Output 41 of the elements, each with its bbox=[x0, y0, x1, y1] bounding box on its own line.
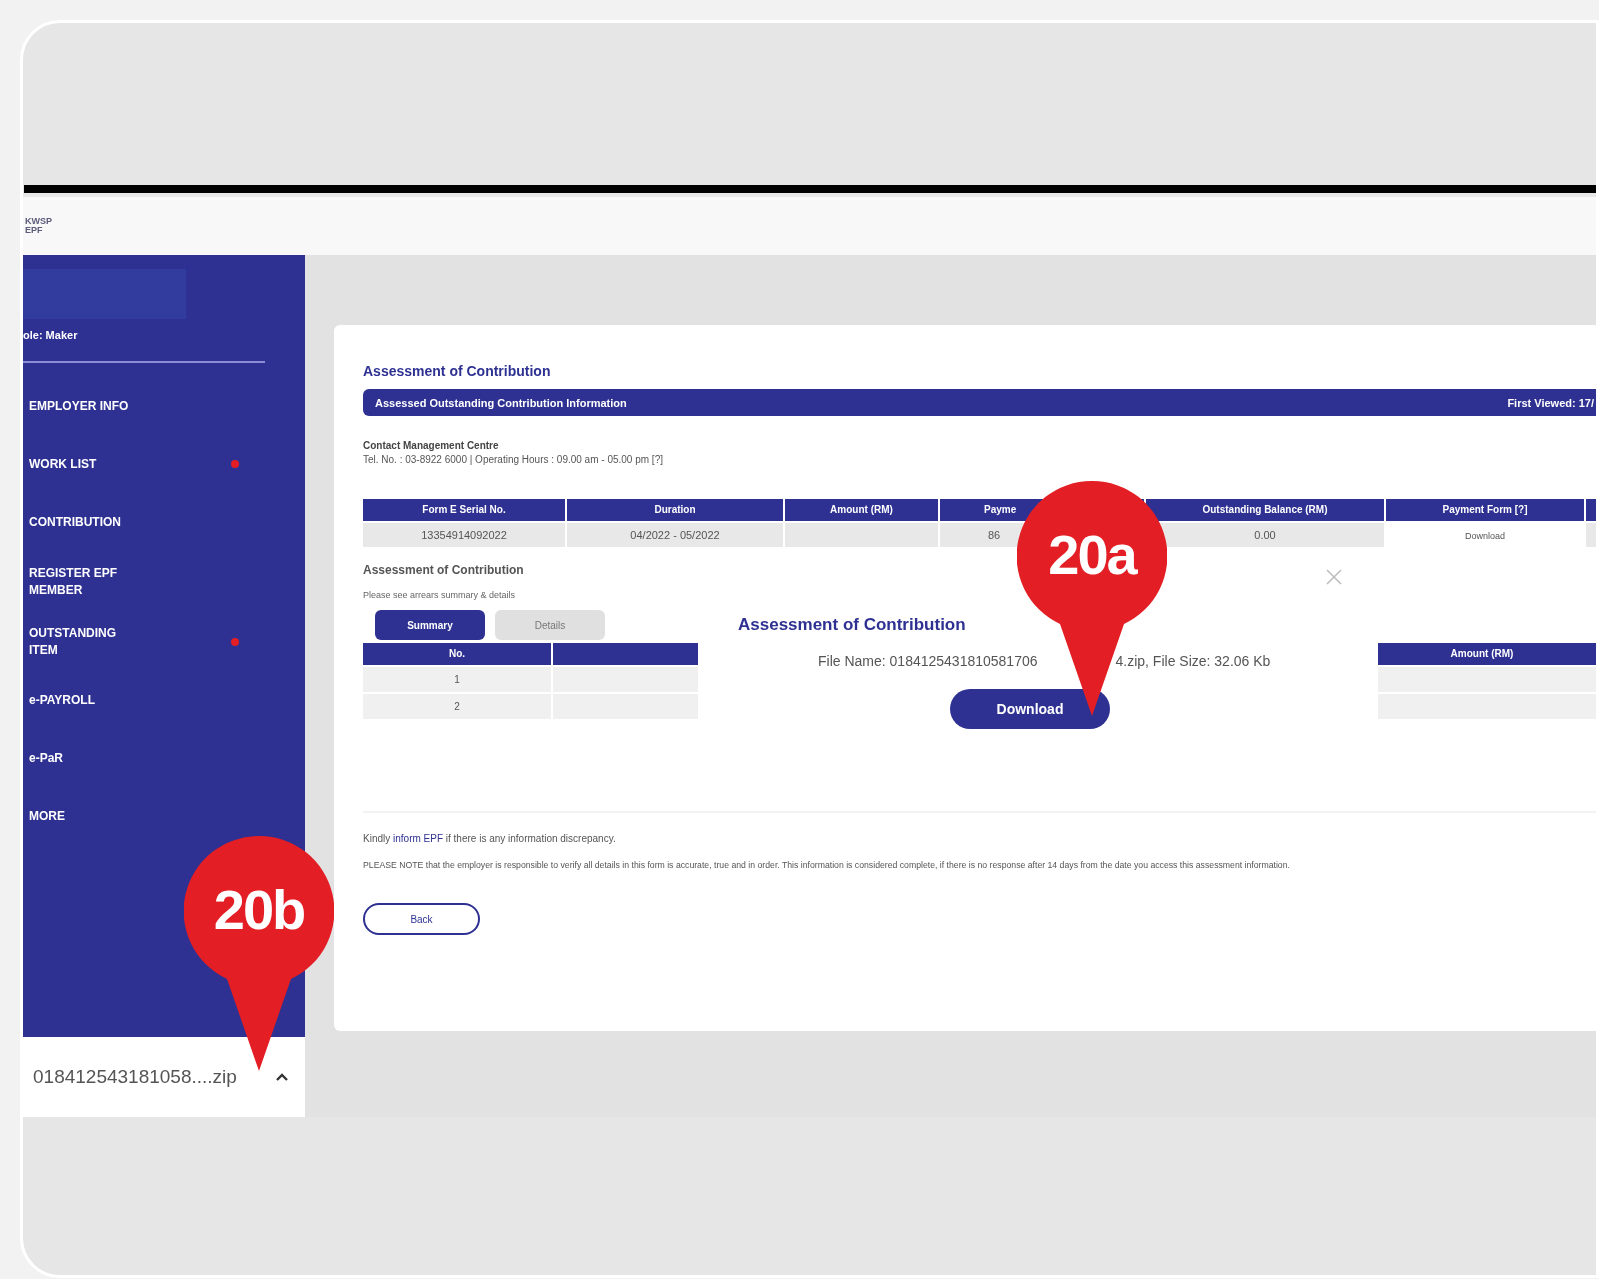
sidebar-item[interactable]: REGISTER EPF MEMBER bbox=[29, 565, 139, 599]
sidebar-item[interactable]: e-PAYROLL bbox=[29, 691, 139, 709]
page-title: Assessment of Contribution bbox=[363, 363, 552, 379]
column-header: No. bbox=[363, 643, 551, 665]
logo-text: EPF bbox=[25, 226, 44, 235]
contact-line: Tel. No. : 03-8922 6000 | Operating Hours : 09.00 am - 05.00 pm [?] bbox=[363, 454, 664, 465]
inform-link[interactable]: inform EPF bbox=[393, 833, 444, 844]
callout-pin: 20b bbox=[184, 836, 334, 1071]
download-link[interactable]: Download bbox=[1465, 531, 1505, 541]
download-button[interactable]: Download bbox=[950, 689, 1110, 729]
column-header: Duration bbox=[567, 499, 783, 521]
table-cell: 04/2022 - 05/2022 bbox=[567, 523, 783, 547]
column-header: Outstanding Balance (RM) bbox=[1146, 499, 1384, 521]
column-header: Payment Form [?] bbox=[1386, 499, 1584, 521]
role-label: ole: Maker bbox=[23, 329, 79, 341]
first-viewed: First Viewed: 17/ bbox=[1507, 396, 1594, 409]
file-info: 4.zip, File Size: 32.06 Kb bbox=[1115, 653, 1271, 669]
dialog-title: Assessment of Contribution bbox=[738, 615, 967, 635]
sidebar-item[interactable]: CONTRIBUTION bbox=[29, 513, 139, 531]
sidebar-item[interactable]: OUTSTANDING ITEM bbox=[29, 625, 139, 659]
table-cell: 2 bbox=[363, 694, 551, 719]
file-info: File Name: 0184125431810581706 bbox=[818, 653, 1038, 669]
column-header: Amount (RM) bbox=[785, 499, 938, 521]
tab[interactable]: Details bbox=[495, 610, 605, 640]
note-text: PLEASE NOTE that the employer is responsible to verify all details in this form is accurate, true and in order. This information is considered complete, if there is no response after 14 days from the date you access this assessment information. bbox=[363, 860, 1291, 870]
logo-text: KWSP bbox=[25, 217, 52, 226]
caret-icon[interactable] bbox=[274, 1072, 289, 1082]
table-cell: 13354914092022 bbox=[363, 523, 565, 547]
section-hint: Please see arrears summary & details bbox=[363, 590, 517, 600]
contact-title: Contact Management Centre bbox=[363, 440, 500, 451]
back-button[interactable]: Back bbox=[363, 903, 480, 935]
sidebar-item[interactable]: WORK LIST bbox=[29, 455, 139, 473]
section-title: Assessment of Contribution bbox=[363, 563, 525, 577]
column-header: Form E Serial No. bbox=[363, 499, 565, 521]
table-cell: 1 bbox=[363, 667, 551, 692]
sidebar-item[interactable]: MORE bbox=[29, 807, 139, 825]
sidebar-item[interactable]: e-PaR bbox=[29, 749, 139, 767]
sidebar-item[interactable]: EMPLOYER INFO bbox=[29, 397, 139, 415]
notice-text: Kindly inform EPF if there is any information discrepancy. bbox=[363, 833, 617, 844]
tab[interactable]: Summary bbox=[375, 610, 485, 640]
banner-title: Assessed Outstanding Contribution Information bbox=[375, 396, 627, 409]
